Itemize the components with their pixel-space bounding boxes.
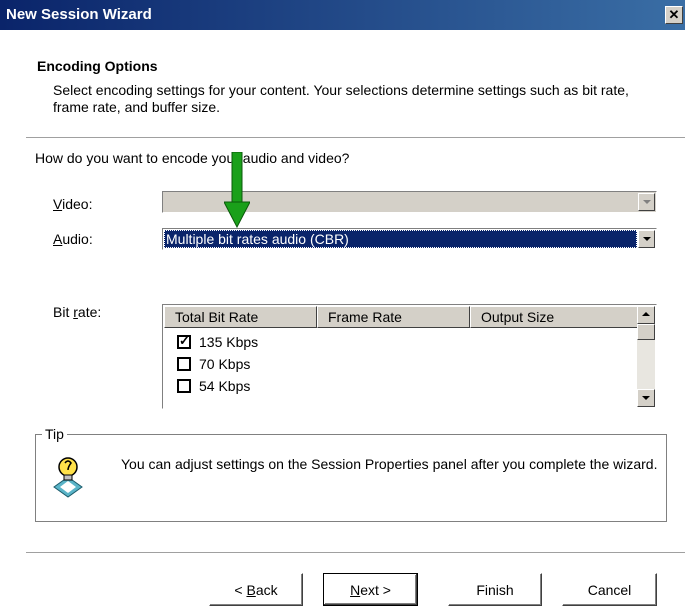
- wizard-header: Encoding Options Select encoding setting…: [0, 30, 685, 138]
- audio-dropdown-chevron-down-icon[interactable]: [638, 230, 655, 248]
- window-title: New Session Wizard: [6, 6, 152, 23]
- bitrate-list-header: Total Bit Rate Frame Rate Output Size: [164, 306, 639, 328]
- column-total-bit-rate[interactable]: Total Bit Rate: [164, 306, 317, 328]
- green-arrow-down-icon: [224, 152, 250, 228]
- encode-question: How do you want to encode your audio and…: [35, 150, 350, 166]
- close-button[interactable]: ✕: [665, 6, 683, 24]
- bitrate-row[interactable]: 54 Kbps: [177, 375, 258, 397]
- close-icon: ✕: [668, 7, 680, 22]
- bitrate-checkbox[interactable]: [177, 357, 191, 371]
- bitrate-list-scrollbar[interactable]: [637, 306, 655, 407]
- bitrate-row[interactable]: 70 Kbps: [177, 353, 258, 375]
- back-button[interactable]: < Back: [209, 573, 303, 606]
- bitrate-value: 135 Kbps: [199, 334, 259, 350]
- cancel-button[interactable]: Cancel: [562, 573, 657, 606]
- video-label: Video:: [53, 196, 93, 212]
- lightbulb-icon: [53, 457, 83, 498]
- title-bar: New Session Wizard ✕: [0, 0, 685, 30]
- bitrate-value: 54 Kbps: [199, 378, 251, 394]
- tip-legend: Tip: [42, 426, 67, 442]
- page-description: Select encoding settings for your conten…: [53, 82, 629, 115]
- bitrate-list[interactable]: Total Bit Rate Frame Rate Output Size 13…: [162, 304, 657, 409]
- bitrate-row[interactable]: 135 Kbps: [177, 331, 258, 353]
- audio-label: Audio:: [53, 231, 93, 247]
- bitrate-checkbox-checked[interactable]: [177, 333, 191, 349]
- bitrate-checkbox[interactable]: [177, 379, 191, 393]
- header-divider: [26, 137, 685, 139]
- finish-button[interactable]: Finish: [448, 573, 542, 606]
- tip-groupbox: [35, 434, 667, 522]
- page-title: Encoding Options: [37, 58, 158, 74]
- scroll-thumb[interactable]: [637, 324, 655, 340]
- tip-text: You can adjust settings on the Session P…: [121, 456, 658, 472]
- audio-dropdown[interactable]: Multiple bit rates audio (CBR): [162, 228, 657, 250]
- scroll-down-arrow-icon[interactable]: [637, 389, 655, 407]
- column-frame-rate[interactable]: Frame Rate: [317, 306, 470, 328]
- bitrate-label: Bit rate:: [53, 304, 102, 320]
- next-button[interactable]: Next >: [323, 573, 418, 606]
- bitrate-value: 70 Kbps: [199, 356, 251, 372]
- footer-divider: [26, 552, 685, 554]
- video-dropdown-chevron-down-icon[interactable]: [638, 193, 655, 211]
- column-output-size[interactable]: Output Size: [470, 306, 639, 328]
- audio-dropdown-value: Multiple bit rates audio (CBR): [164, 230, 637, 248]
- scroll-up-arrow-icon[interactable]: [637, 306, 655, 324]
